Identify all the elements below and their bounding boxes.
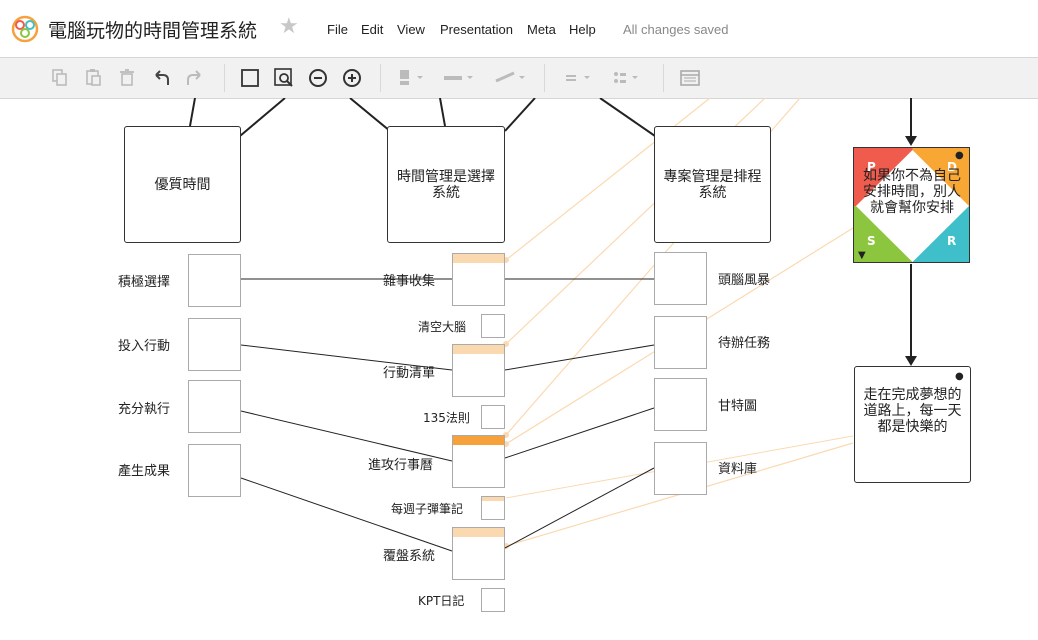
node-box[interactable] [452,435,505,488]
label-review-system[interactable]: 覆盤系統 [383,545,435,564]
topic-project-management[interactable]: 專案管理是排程系統 [654,126,771,243]
menu-help[interactable]: Help [569,22,596,37]
topic-quality-time[interactable]: 優質時間 [124,126,241,243]
toolbar-separator [544,64,545,92]
node-box[interactable] [452,253,505,306]
layout-icon[interactable] [610,65,646,91]
topic-goal[interactable]: 走在完成夢想的道路上，每一天都是快樂的 [854,366,971,483]
toolbar-separator [224,64,225,92]
node-box[interactable] [452,344,505,397]
node-box[interactable] [452,527,505,580]
line-style-icon[interactable] [440,65,480,91]
menu-meta[interactable]: Meta [527,22,556,37]
pdsr-text: 如果你不為自己安排時間，別人就會幫你安排 [863,168,961,216]
redo-icon[interactable] [182,65,208,91]
label-collect-tasks[interactable]: 雜事收集 [383,270,435,289]
node-box[interactable] [654,442,707,495]
label-produce-results[interactable]: 產生成果 [118,460,170,479]
node-box-small[interactable] [481,314,505,338]
label-gantt-chart[interactable]: 甘特圖 [718,395,757,414]
label-brainstorm[interactable]: 頭腦風暴 [718,269,770,288]
node-box-small[interactable] [481,588,505,612]
node-box-small[interactable] [481,496,505,520]
panel-icon[interactable] [677,65,703,91]
zoom-fit-icon[interactable] [271,65,297,91]
node-box[interactable] [188,318,241,371]
top-bar: 電腦玩物的時間管理系統 ★ File Edit View Presentatio… [0,0,1038,57]
pdsr-s-label: S [867,234,876,248]
mindmap-logo-icon[interactable] [10,15,40,43]
node-box-small[interactable] [481,405,505,429]
line-color-icon[interactable] [492,65,532,91]
node-box[interactable] [188,380,241,433]
label-action-list[interactable]: 行動清單 [383,362,435,381]
node-box[interactable] [654,378,707,431]
save-status: All changes saved [623,22,729,37]
paste-icon[interactable] [81,65,107,91]
toolbar-separator [663,64,664,92]
menu-presentation[interactable]: Presentation [440,22,513,37]
menu-view[interactable]: View [397,22,425,37]
label-active-choice[interactable]: 積極選擇 [118,271,170,290]
menu-edit[interactable]: Edit [361,22,383,37]
label-kpt-diary[interactable]: KPT日記 [418,592,464,609]
caret-down-icon[interactable]: ▼ [858,250,866,261]
mindmap-canvas[interactable]: 優質時間 時間管理是選擇系統 專案管理是排程系統 P D S R ● ▼ 如果你… [0,98,1038,640]
topic-pdsr[interactable]: P D S R ● ▼ 如果你不為自己安排時間，別人就會幫你安排 [853,147,970,263]
label-clear-mind[interactable]: 清空大腦 [418,318,466,335]
label-135-rule[interactable]: 135法則 [423,409,470,426]
copy-icon[interactable] [47,65,73,91]
label-take-action[interactable]: 投入行動 [118,335,170,354]
menu-file[interactable]: File [327,22,348,37]
label-database[interactable]: 資料庫 [718,458,757,477]
eye-icon[interactable]: ● [955,371,964,382]
topic-time-management[interactable]: 時間管理是選擇系統 [387,126,505,243]
document-title[interactable]: 電腦玩物的時間管理系統 [48,16,257,43]
toolbar [0,57,1038,99]
label-attack-calendar[interactable]: 進攻行事曆 [368,454,433,473]
zoom-out-icon[interactable] [305,65,331,91]
toolbar-separator [380,64,381,92]
node-box[interactable] [654,316,707,369]
star-icon[interactable]: ★ [279,14,299,39]
box-icon[interactable] [237,65,263,91]
eye-icon[interactable]: ● [955,150,964,161]
label-todo-tasks[interactable]: 待辦任務 [718,332,770,351]
pdsr-r-label: R [947,234,957,248]
node-box[interactable] [188,444,241,497]
fill-color-icon[interactable] [395,65,431,91]
undo-icon[interactable] [148,65,174,91]
zoom-in-icon[interactable] [339,65,365,91]
node-box[interactable] [188,254,241,307]
align-icon[interactable] [562,65,598,91]
delete-icon[interactable] [114,65,140,91]
label-full-execution[interactable]: 充分執行 [118,398,170,417]
label-weekly-bullet-notes[interactable]: 每週子彈筆記 [391,500,463,517]
node-box[interactable] [654,252,707,305]
